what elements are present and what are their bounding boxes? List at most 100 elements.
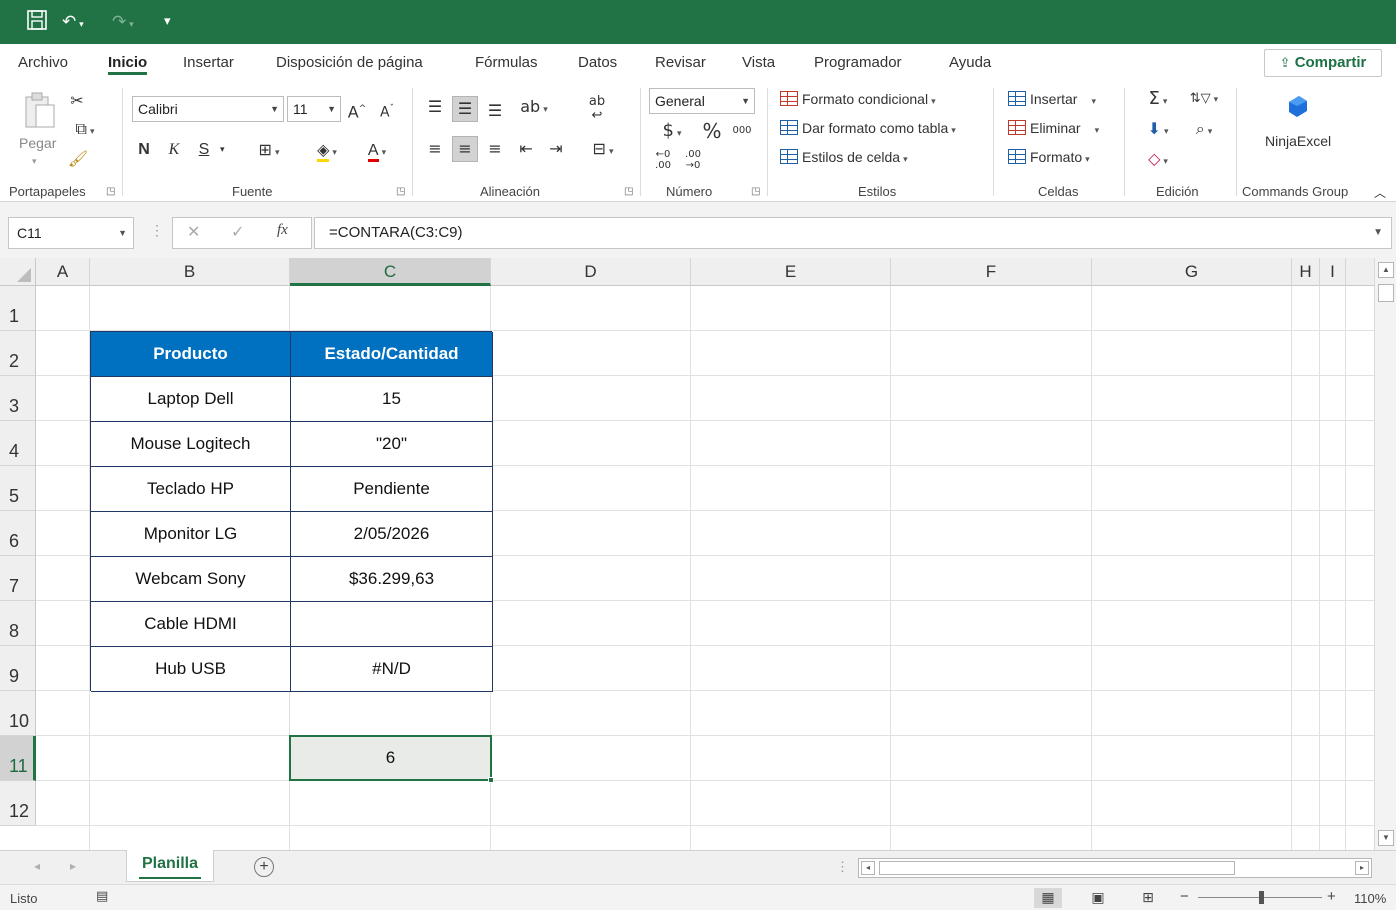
column-header-h[interactable]: H (1292, 258, 1320, 286)
page-layout-view-icon[interactable]: ▣ (1084, 888, 1112, 908)
align-middle-icon[interactable]: ☰ (452, 96, 478, 122)
table-cell-producto[interactable]: Webcam Sony (91, 557, 291, 602)
increase-indent-icon[interactable]: ⇥ (543, 136, 569, 162)
column-header-d[interactable]: D (491, 258, 691, 286)
row-header-5[interactable]: 5 (0, 466, 36, 511)
row-header-12[interactable]: 12 (0, 781, 36, 826)
sort-filter-icon[interactable]: ⇅▽ ▾ (1184, 86, 1224, 112)
row-header-8[interactable]: 8 (0, 601, 36, 646)
fill-color-icon[interactable]: ◈ ▾ (306, 137, 348, 162)
grow-font-icon[interactable]: A^ (345, 96, 369, 121)
tab-vista[interactable]: Vista (742, 53, 775, 75)
vertical-scroll-thumb[interactable] (1378, 284, 1394, 302)
align-center-icon[interactable]: ≡ (452, 136, 478, 162)
scroll-down-icon[interactable]: ▼ (1378, 830, 1394, 846)
vertical-scrollbar[interactable]: ▲ ▼ (1374, 258, 1396, 850)
table-cell-estado[interactable] (291, 602, 493, 647)
fill-handle[interactable] (488, 777, 494, 783)
paste-icon[interactable] (20, 90, 60, 130)
share-button[interactable]: ⇪ Compartir (1264, 49, 1382, 77)
expand-formula-icon[interactable]: ▼ (1373, 218, 1383, 248)
format-as-table-button[interactable]: Dar formato como tabla ▾ (780, 117, 956, 141)
tab-revisar[interactable]: Revisar (655, 53, 706, 75)
tab-archivo[interactable]: Archivo (18, 53, 68, 75)
table-cell-producto[interactable]: Mponitor LG (91, 512, 291, 557)
normal-view-icon[interactable]: ▦ (1034, 888, 1062, 908)
column-header-f[interactable]: F (891, 258, 1092, 286)
row-header-11[interactable]: 11 (0, 736, 36, 781)
cell-styles-button[interactable]: Estilos de celda ▾ (780, 146, 908, 170)
scroll-up-icon[interactable]: ▲ (1378, 262, 1394, 278)
table-cell-estado[interactable]: Pendiente (291, 467, 493, 512)
table-cell-estado[interactable]: "20" (291, 422, 493, 467)
increase-decimal-icon[interactable]: ←0.00 (650, 148, 676, 172)
align-top-icon[interactable]: ☰ (422, 94, 448, 120)
borders-icon[interactable]: ⊞ ▾ (248, 137, 290, 161)
cut-icon[interactable]: ✂ (66, 88, 88, 112)
column-header-g[interactable]: G (1092, 258, 1292, 286)
table-cell-estado[interactable]: #N/D (291, 647, 493, 692)
align-left-icon[interactable]: ≡ (422, 136, 448, 162)
align-right-icon[interactable]: ≡ (482, 136, 508, 162)
table-cell-producto[interactable]: Cable HDMI (91, 602, 291, 647)
decrease-decimal-icon[interactable]: .00 →0 (680, 148, 706, 172)
table-cell-producto[interactable]: Hub USB (91, 647, 291, 692)
bold-button[interactable]: N (133, 137, 155, 161)
cancel-icon[interactable]: ✕ (187, 222, 200, 241)
accessibility-icon[interactable]: ▤ (96, 889, 108, 904)
enter-icon[interactable]: ✓ (231, 222, 244, 241)
font-color-icon[interactable]: A ▾ (356, 137, 398, 162)
sheet-tab-planilla[interactable]: Planilla (126, 850, 214, 882)
thousands-separator-icon[interactable]: 000 (728, 118, 756, 142)
paste-label[interactable]: Pegar (19, 132, 56, 154)
tab-inicio[interactable]: Inicio (108, 53, 148, 75)
zoom-slider-thumb[interactable] (1259, 891, 1264, 904)
row-header-9[interactable]: 9 (0, 646, 36, 691)
row-header-2[interactable]: 2 (0, 331, 36, 376)
find-select-icon[interactable]: ⌕ ▾ (1184, 116, 1224, 142)
tab-formulas[interactable]: Fórmulas (475, 53, 538, 75)
undo-icon[interactable]: ↶ ▾ (62, 9, 84, 35)
row-header-6[interactable]: 6 (0, 511, 36, 556)
merge-center-icon[interactable]: ⊟ ▾ (582, 136, 624, 162)
zoom-level[interactable]: 110% (1354, 891, 1386, 906)
zoom-out-icon[interactable]: − (1180, 888, 1189, 905)
tab-programador[interactable]: Programador (814, 53, 902, 75)
format-painter-icon[interactable]: 🖌 (66, 146, 90, 170)
underline-dropdown-icon[interactable]: ▾ (220, 138, 225, 160)
insert-function-icon[interactable]: fx (277, 222, 288, 239)
wrap-text-icon[interactable]: ab ↩ (584, 94, 610, 124)
align-bottom-icon[interactable]: ☰ (482, 98, 508, 124)
currency-icon[interactable]: $ ▾ (650, 118, 694, 142)
add-sheet-icon[interactable]: + (254, 857, 274, 877)
orientation-icon[interactable]: ab ▾ (514, 94, 554, 120)
horizontal-scrollbar[interactable]: ◂ ▸ (858, 858, 1372, 878)
insert-cells-button[interactable]: Insertar ▾ (1008, 88, 1096, 112)
customize-qat-icon[interactable]: ▾ (164, 9, 171, 35)
scroll-right-icon[interactable]: ▸ (1355, 861, 1369, 875)
splitter-grip-icon[interactable]: ⋮ (836, 859, 849, 875)
collapse-ribbon-icon[interactable]: ︿ (1374, 182, 1386, 204)
tab-insertar[interactable]: Insertar (183, 53, 234, 75)
table-header-estado[interactable]: Estado/Cantidad (291, 332, 493, 377)
row-header-10[interactable]: 10 (0, 691, 36, 736)
zoom-in-icon[interactable]: + (1327, 888, 1336, 905)
next-sheet-icon[interactable]: ▸ (70, 859, 76, 873)
table-cell-estado[interactable]: $36.299,63 (291, 557, 493, 602)
column-header-c[interactable]: C (290, 258, 491, 286)
scroll-left-icon[interactable]: ◂ (861, 861, 875, 875)
row-header-4[interactable]: 4 (0, 421, 36, 466)
clipboard-launcher-icon[interactable]: ◳ (106, 186, 115, 197)
format-cells-button[interactable]: Formato ▾ (1008, 146, 1090, 170)
column-header-b[interactable]: B (90, 258, 290, 286)
ninjaexcel-label[interactable]: NinjaExcel (1265, 130, 1331, 152)
name-box[interactable]: C11 ▼ (8, 217, 134, 249)
column-header-a[interactable]: A (36, 258, 90, 286)
percent-icon[interactable]: % (700, 118, 724, 143)
delete-cells-button[interactable]: Eliminar ▾ (1008, 117, 1099, 141)
select-all-corner[interactable] (0, 258, 36, 286)
font-launcher-icon[interactable]: ◳ (396, 186, 405, 197)
tab-datos[interactable]: Datos (578, 53, 617, 75)
table-cell-producto[interactable]: Teclado HP (91, 467, 291, 512)
italic-button[interactable]: K (163, 137, 185, 161)
